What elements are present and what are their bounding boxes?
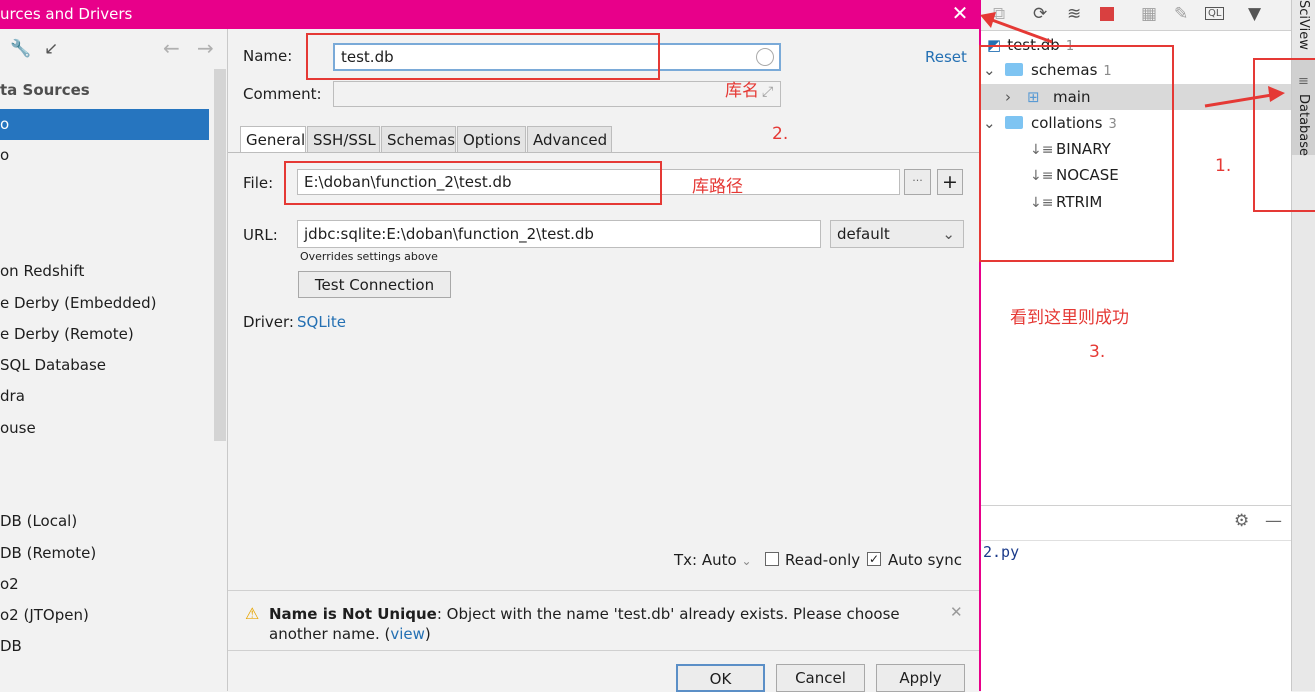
annotation-arrows	[980, 12, 1285, 108]
arrow-to-database-tab	[1204, 93, 1273, 108]
arrowhead-database-tab	[1268, 86, 1285, 102]
arrow-to-close	[991, 18, 1053, 44]
